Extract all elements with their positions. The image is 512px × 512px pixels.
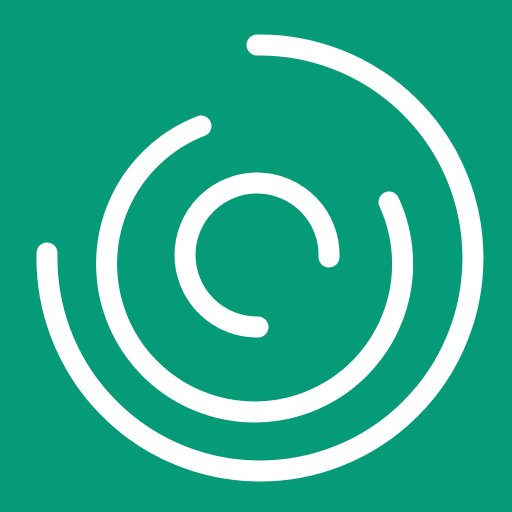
icon-background [0, 0, 512, 512]
concentric-arcs-logo-icon [0, 0, 512, 512]
app-icon [0, 0, 512, 512]
